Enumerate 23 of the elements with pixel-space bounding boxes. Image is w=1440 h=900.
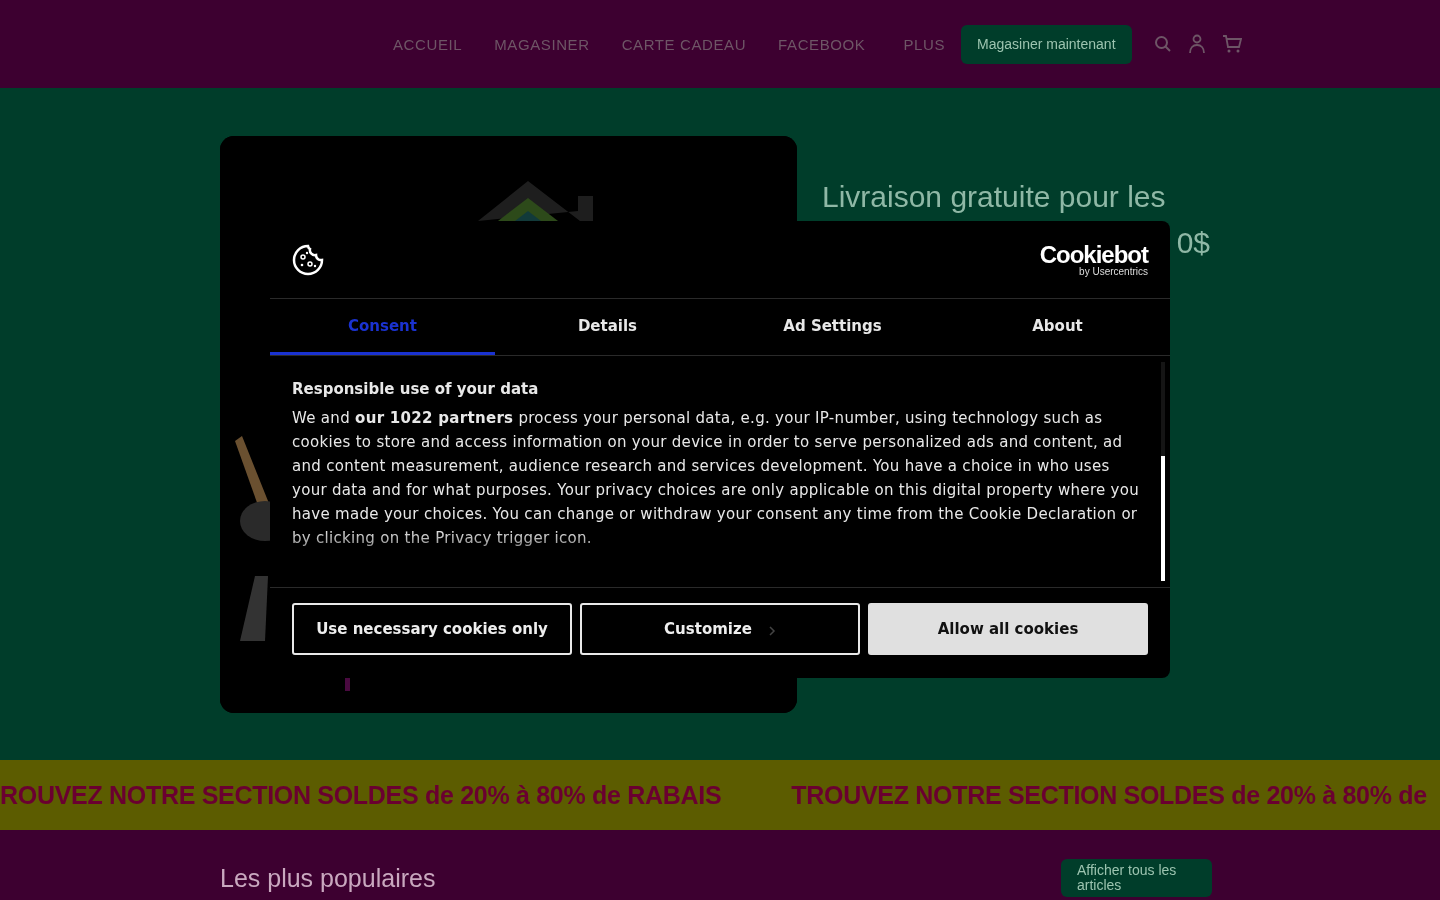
customize-button[interactable]: Customize: [580, 603, 860, 655]
hero-heading: 0$: [1176, 225, 1210, 261]
section-title: Les plus populaires: [220, 863, 436, 893]
cookie-icon: [292, 243, 324, 276]
search-icon[interactable]: [1153, 35, 1172, 53]
shop-now-button[interactable]: Magasiner maintenant: [961, 24, 1132, 64]
allow-all-button[interactable]: Allow all cookies: [868, 603, 1148, 655]
dialog-tab[interactable]: Ad Settings: [720, 299, 945, 355]
cookiebot-logo: Cookiebot: [1039, 242, 1148, 267]
user-icon[interactable]: [1187, 34, 1206, 54]
promo-text: ROUVEZ NOTRE SECTION SOLDES de 20% à 80% de RABAIS: [0, 780, 722, 810]
scrollbar[interactable]: [1161, 362, 1165, 581]
cart-icon[interactable]: [1221, 34, 1242, 54]
dialog-tab[interactable]: About: [945, 299, 1170, 355]
consent-text: We and our 1022 partners process your personal data, e.g. your IP-number, using technology such as cookies to store and access information on your device in order to serve personalized ads and content, ad and content measurement, audience research and services development. You have a choice in who uses your data and for what purposes. Your privacy choices are only applicable on this digital property where you have made your choices. You can change or withdraw your consent any time from the Cookie Declaration or by clicking on the Privacy trigger icon.: [292, 408, 1141, 549]
promo-text: TROUVEZ NOTRE SECTION SOLDES de 20% à 80% de: [791, 780, 1427, 810]
dialog-title: Responsible use of your data: [292, 380, 540, 398]
dialog-tab[interactable]: Details: [495, 299, 720, 355]
view-all-button[interactable]: Afficher tous les articles: [1061, 859, 1212, 897]
chevron-icon: [767, 625, 776, 637]
hero-heading: Livraison gratuite pour les: [822, 179, 1167, 215]
logo-subtitle: by Usercentrics: [1079, 266, 1148, 277]
necessary-only-button[interactable]: Use necessary cookies only: [292, 603, 572, 655]
